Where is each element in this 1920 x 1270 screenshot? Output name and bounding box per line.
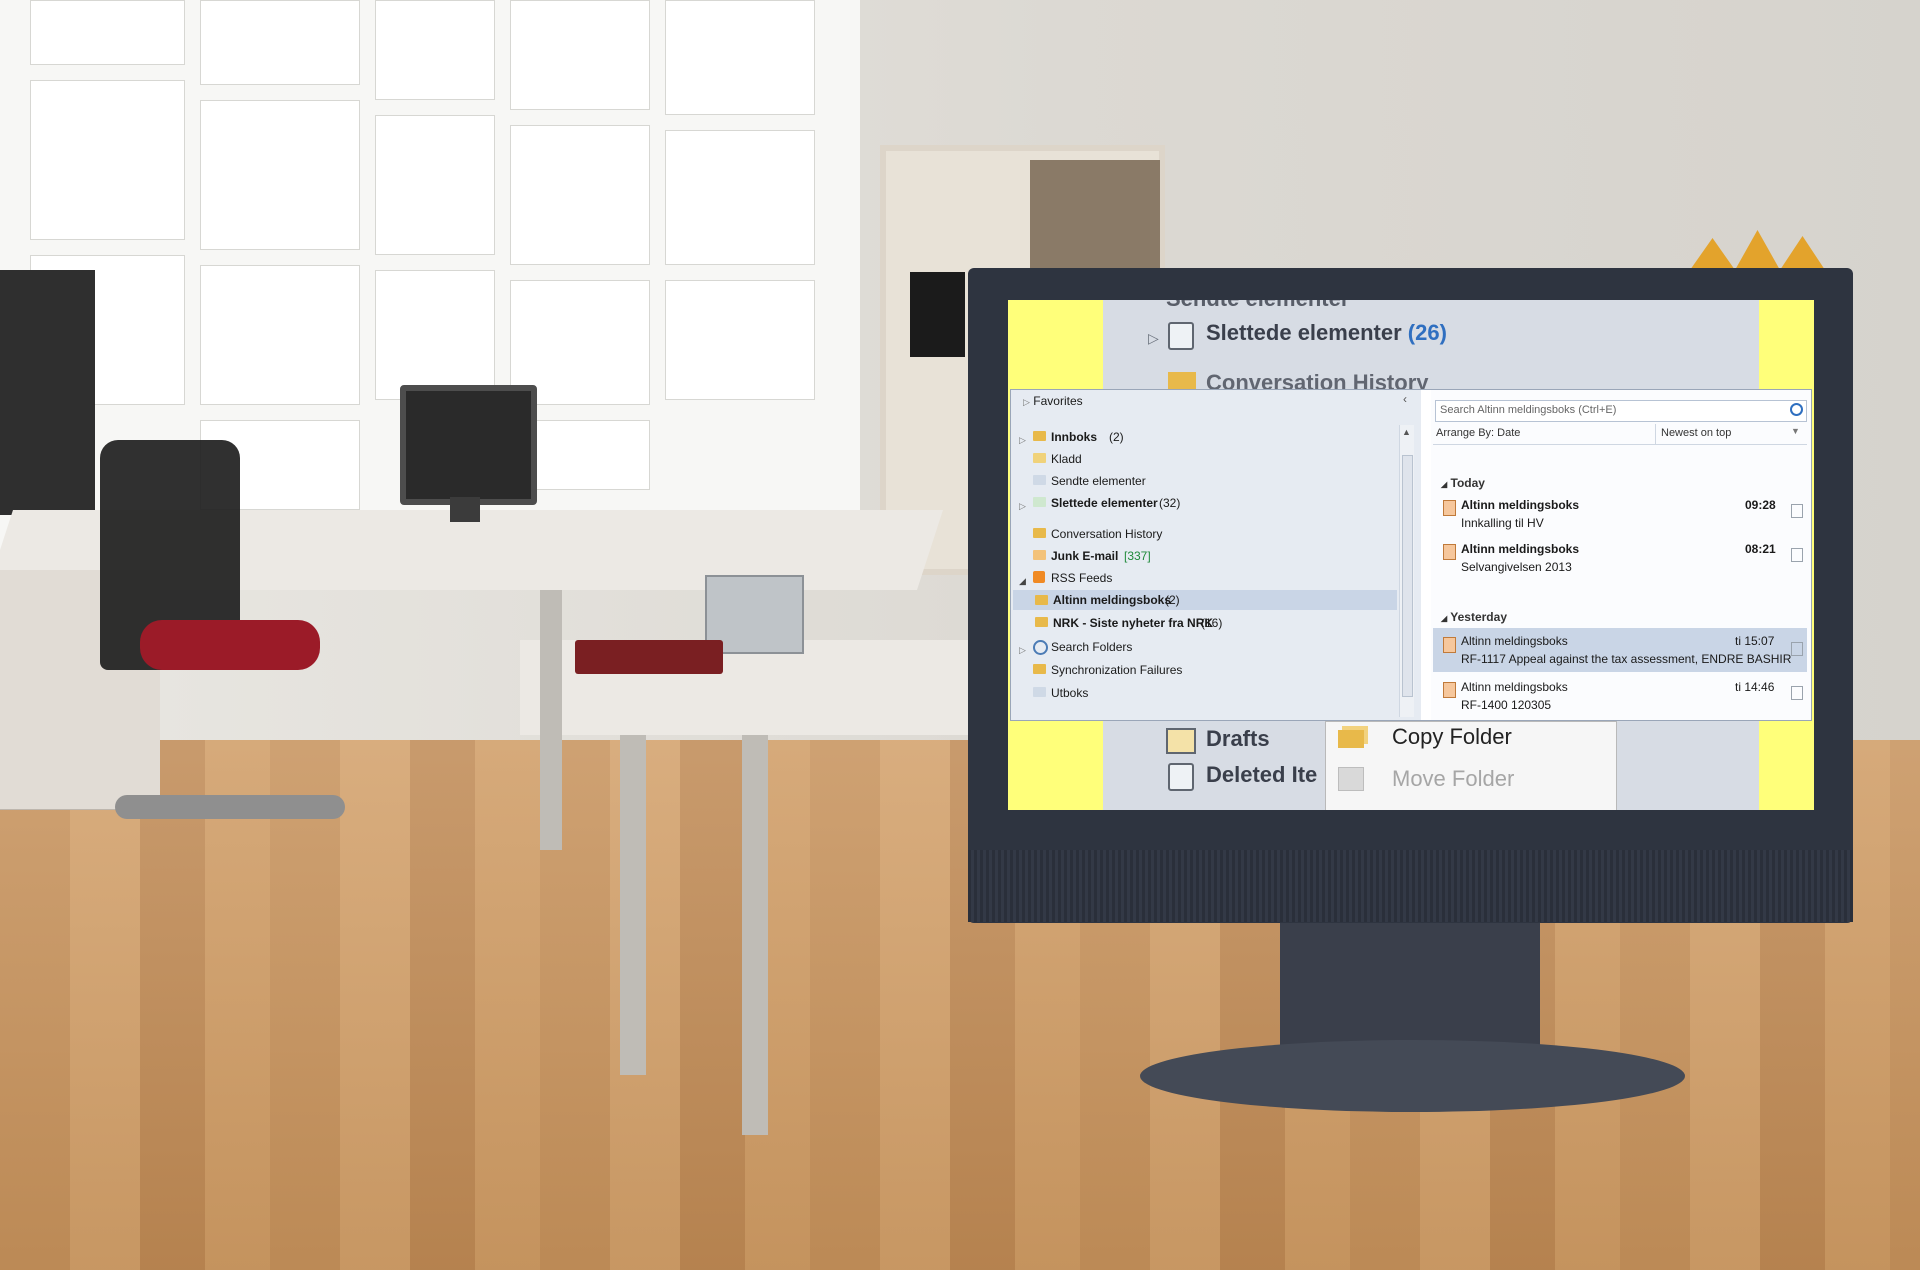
- copy-folder-icon: [1338, 730, 1364, 748]
- recycle-bin-icon: [1168, 322, 1194, 350]
- folder-item-altinn-meldingsboks[interactable]: Altinn meldingsboks (2): [1013, 590, 1397, 610]
- folder-pane: ▷ Favorites ‹ ▲ ▷ Innboks (2) Kladd Send…: [1011, 390, 1421, 720]
- junk-email-icon: [1033, 550, 1046, 560]
- search-icon[interactable]: [1790, 403, 1803, 416]
- sent-items-icon: [1033, 475, 1046, 485]
- message-row[interactable]: Altinn meldingsboks Innkalling til HV 09…: [1439, 498, 1805, 534]
- sendte-elementer-zoomed: Sendte elementer: [1166, 300, 1349, 312]
- context-menu: Copy Folder Move Folder: [1326, 722, 1616, 810]
- arrange-by-date[interactable]: Arrange By: Date: [1436, 427, 1520, 439]
- drafts-icon: [1033, 453, 1046, 463]
- folder-icon: [1168, 372, 1196, 390]
- mail-icon: [1443, 500, 1456, 516]
- office-chair-base: [115, 795, 345, 819]
- small-monitor: [400, 385, 537, 505]
- scroll-up-icon[interactable]: ▲: [1402, 427, 1411, 437]
- search-input[interactable]: Search Altinn meldingsboks (Ctrl+E): [1435, 400, 1807, 422]
- deleted-items-zoomed[interactable]: Deleted Ite: [1206, 762, 1317, 788]
- sort-order[interactable]: Newest on top: [1661, 427, 1731, 439]
- slettede-elementer-zoomed[interactable]: Slettede elementer (26): [1206, 320, 1447, 346]
- group-header-today[interactable]: ◢ Today: [1441, 476, 1485, 490]
- folder-item-search-folders[interactable]: ▷ Search Folders: [1019, 640, 1132, 658]
- monitor-screen: Sendte elementer ▷ Slettede elementer (2…: [1008, 300, 1814, 810]
- menu-item-copy-folder[interactable]: Copy Folder: [1392, 724, 1512, 750]
- folder-item-innboks[interactable]: ▷ Innboks (2): [1019, 430, 1124, 448]
- rss-icon: [1033, 571, 1045, 583]
- office-chair-seat: [140, 620, 320, 670]
- mail-icon: [1443, 544, 1456, 560]
- outbox-icon: [1033, 687, 1046, 697]
- message-row-selected[interactable]: Altinn meldingsboks RF-1117 Appeal again…: [1433, 628, 1807, 672]
- flag-icon[interactable]: [1791, 548, 1803, 562]
- move-folder-icon: [1338, 767, 1364, 791]
- flag-icon[interactable]: [1791, 686, 1803, 700]
- chevron-down-icon[interactable]: ▼: [1791, 426, 1800, 436]
- folder-item-slettede[interactable]: ▷ Slettede elementer (32): [1019, 496, 1180, 514]
- folder-icon: [1033, 664, 1046, 674]
- group-header-yesterday[interactable]: ◢ Yesterday: [1441, 610, 1507, 624]
- books: [575, 640, 723, 674]
- flag-icon[interactable]: [1791, 504, 1803, 518]
- deleted-items-icon: [1168, 763, 1194, 791]
- arrange-bar: Arrange By: Date Newest on top ▼: [1433, 424, 1807, 445]
- expand-arrow-icon[interactable]: ▷: [1148, 330, 1159, 347]
- monitor-speaker-grille: [968, 850, 1853, 922]
- monitor-stand-base: [1140, 1040, 1685, 1112]
- wall-shelf-left: [0, 270, 95, 515]
- deleted-items-icon: [1033, 497, 1046, 507]
- collapse-pane-icon[interactable]: ‹: [1403, 392, 1407, 406]
- inbox-icon: [1033, 431, 1046, 441]
- message-row[interactable]: Altinn meldingsboks Selvangivelsen 2013 …: [1439, 542, 1805, 578]
- menu-item-move-folder[interactable]: Move Folder: [1392, 766, 1514, 792]
- favorites-header[interactable]: ▷ Favorites: [1023, 394, 1083, 408]
- flag-icon[interactable]: [1791, 642, 1803, 656]
- folder-icon: [1033, 528, 1046, 538]
- mail-icon: [1443, 682, 1456, 698]
- bookshelf-cabinet: [1030, 160, 1160, 270]
- folder-icon: [1035, 617, 1048, 627]
- drafts-zoomed[interactable]: Drafts: [1206, 726, 1270, 752]
- folder-icon: [1035, 595, 1048, 605]
- drafts-icon: [1166, 728, 1196, 754]
- message-row[interactable]: Altinn meldingsboks RF-1400 120305 ti 14…: [1439, 680, 1805, 716]
- outlook-window: ▷ Favorites ‹ ▲ ▷ Innboks (2) Kladd Send…: [1011, 390, 1811, 720]
- mail-icon: [1443, 637, 1456, 653]
- binders: [910, 272, 965, 357]
- folder-item-rss-feeds[interactable]: ◢ RSS Feeds: [1019, 571, 1112, 589]
- search-folder-icon: [1033, 640, 1048, 655]
- folder-scrollbar[interactable]: ▲: [1399, 425, 1414, 717]
- message-list-pane: Search Altinn meldingsboks (Ctrl+E) Arra…: [1431, 390, 1811, 720]
